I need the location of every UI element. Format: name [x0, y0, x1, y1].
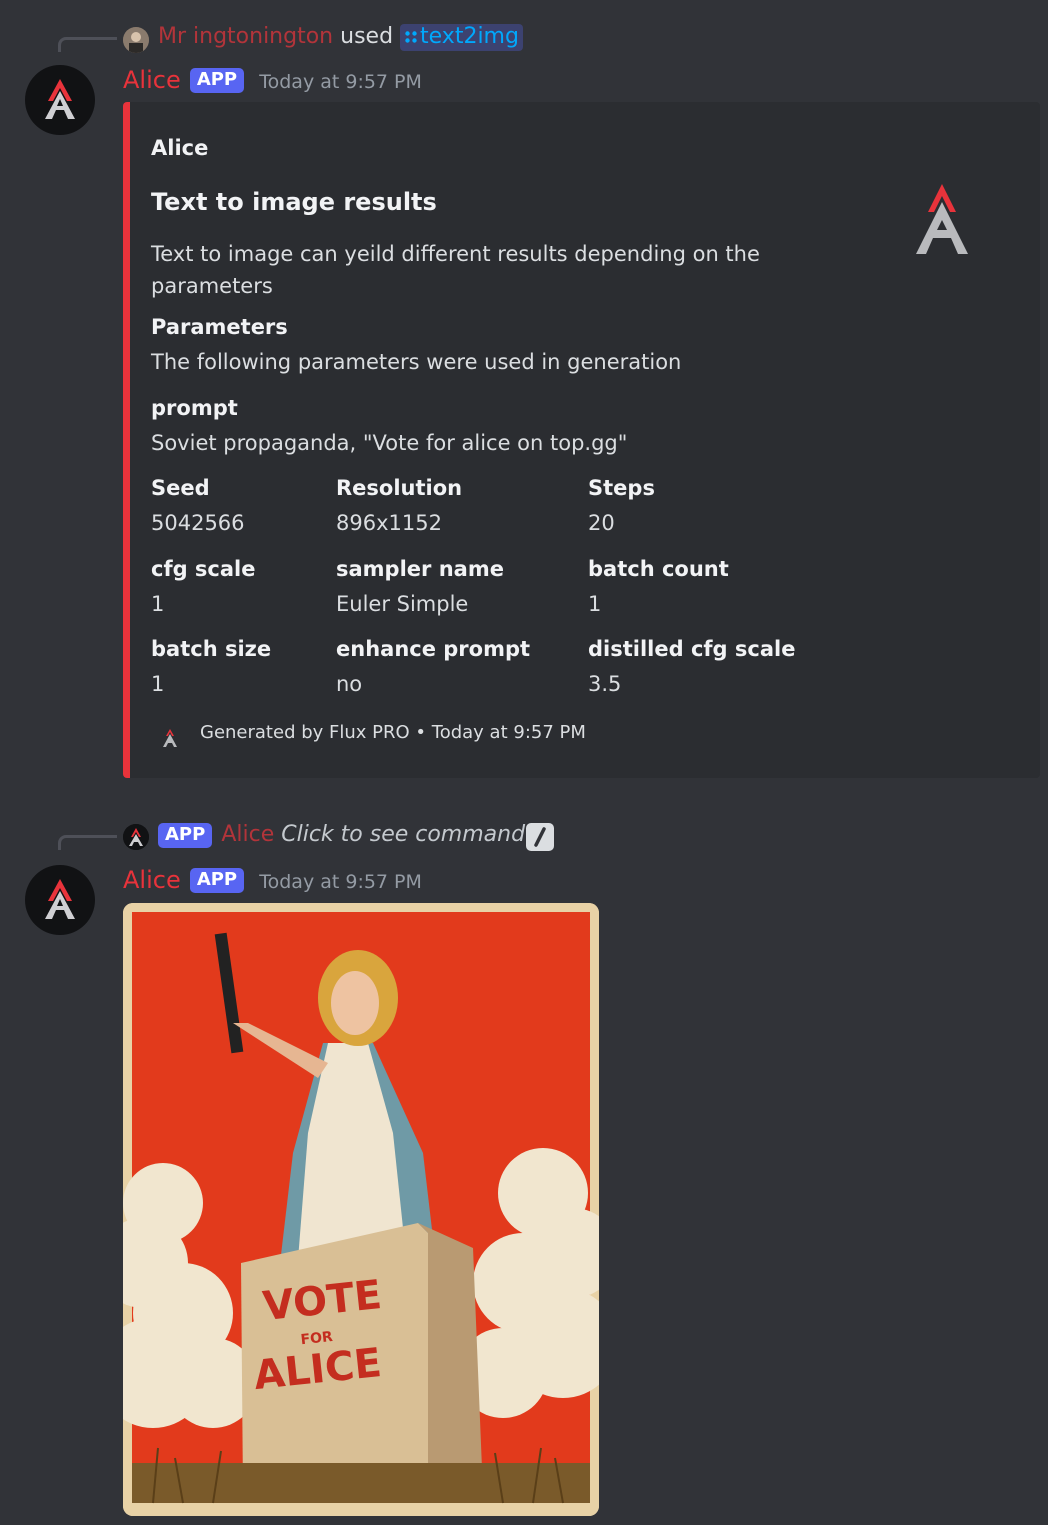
field-name-batch-count: batch count: [588, 557, 729, 581]
field-name-cfg-scale: cfg scale: [151, 557, 256, 581]
field-value-distilled-cfg: 3.5: [588, 672, 622, 696]
field-value-batch-size: 1: [151, 672, 165, 696]
author-avatar[interactable]: [25, 65, 95, 135]
author-name[interactable]: Alice: [123, 866, 181, 894]
click-to-see-command[interactable]: Click to see command: [281, 822, 525, 847]
field-value-cfg-scale: 1: [151, 592, 165, 616]
alice-logo-icon: [45, 879, 75, 919]
field-name-batch-size: batch size: [151, 637, 272, 661]
field-name-parameters: Parameters: [151, 315, 288, 339]
footer-timestamp: Today at 9:57 PM: [431, 722, 586, 743]
embed-title: Text to image results: [151, 188, 437, 216]
embed-footer: Generated by Flux PRO • Today at 9:57 PM: [200, 722, 586, 743]
timestamp[interactable]: Today at 9:57 PM: [259, 871, 422, 893]
embed-card: Alice Text to image results Text to imag…: [123, 102, 1040, 778]
field-value-prompt: Soviet propaganda, "Vote for alice on to…: [151, 431, 628, 455]
field-value-enhance-prompt: no: [336, 672, 363, 696]
bot-avatar-mini[interactable]: [123, 824, 149, 850]
reply-connector: [58, 835, 117, 850]
alice-logo-icon: [45, 79, 75, 119]
alice-logo-icon: [163, 729, 177, 747]
field-value-resolution: 896x1152: [336, 511, 442, 535]
field-name-sampler: sampler name: [336, 557, 504, 581]
generated-image[interactable]: VOTE FOR ALICE: [123, 903, 599, 1516]
field-value-steps: 20: [588, 511, 615, 535]
field-name-steps: Steps: [588, 476, 655, 500]
field-value-parameters: The following parameters were used in ge…: [151, 350, 682, 374]
footer-icon: [162, 728, 178, 748]
message-header: Alice APP Today at 9:57 PM: [123, 66, 422, 94]
app-badge: APP: [189, 68, 245, 93]
field-name-distilled-cfg: distilled cfg scale: [588, 637, 796, 661]
reply-username[interactable]: Mr ingtonington: [158, 24, 333, 49]
message-header: Alice APP Today at 9:57 PM: [123, 866, 422, 894]
field-name-enhance-prompt: enhance prompt: [336, 637, 531, 661]
field-name-prompt: prompt: [151, 396, 238, 420]
reply-connector: [58, 37, 117, 52]
slash-command-chip[interactable]: text2img: [400, 24, 523, 51]
reply-preview[interactable]: APP Alice Click to see command: [158, 822, 525, 848]
alice-logo-icon: [123, 824, 149, 850]
slash-command-icon: [405, 31, 417, 43]
author-avatar[interactable]: [25, 865, 95, 935]
field-value-seed: 5042566: [151, 511, 245, 535]
embed-description-line: Text to image can yeild different result…: [151, 242, 760, 266]
field-value-sampler: Euler Simple: [336, 592, 469, 616]
reply-used-text: used: [340, 24, 394, 49]
field-value-batch-count: 1: [588, 592, 602, 616]
alice-logo-icon: [916, 184, 968, 254]
footer-text: Generated by Flux PRO: [200, 722, 410, 743]
embed-description: Text to image can yeild different result…: [151, 238, 760, 302]
embed-thumbnail[interactable]: [910, 182, 974, 258]
embed-description-line: parameters: [151, 274, 273, 298]
field-name-resolution: Resolution: [336, 476, 463, 500]
user-avatar-mini[interactable]: [123, 27, 149, 53]
reply-preview: Mr ingtonington used text2img: [158, 24, 523, 51]
slash-command-icon[interactable]: [526, 823, 554, 851]
author-name[interactable]: Alice: [123, 66, 181, 94]
footer-separator: •: [415, 722, 427, 743]
slash-command-name: text2img: [420, 24, 519, 49]
app-badge: APP: [189, 868, 245, 893]
reply-username[interactable]: Alice: [221, 822, 274, 847]
app-badge: APP: [158, 823, 213, 848]
timestamp[interactable]: Today at 9:57 PM: [259, 71, 422, 93]
embed-author: Alice: [151, 136, 209, 160]
field-name-seed: Seed: [151, 476, 210, 500]
